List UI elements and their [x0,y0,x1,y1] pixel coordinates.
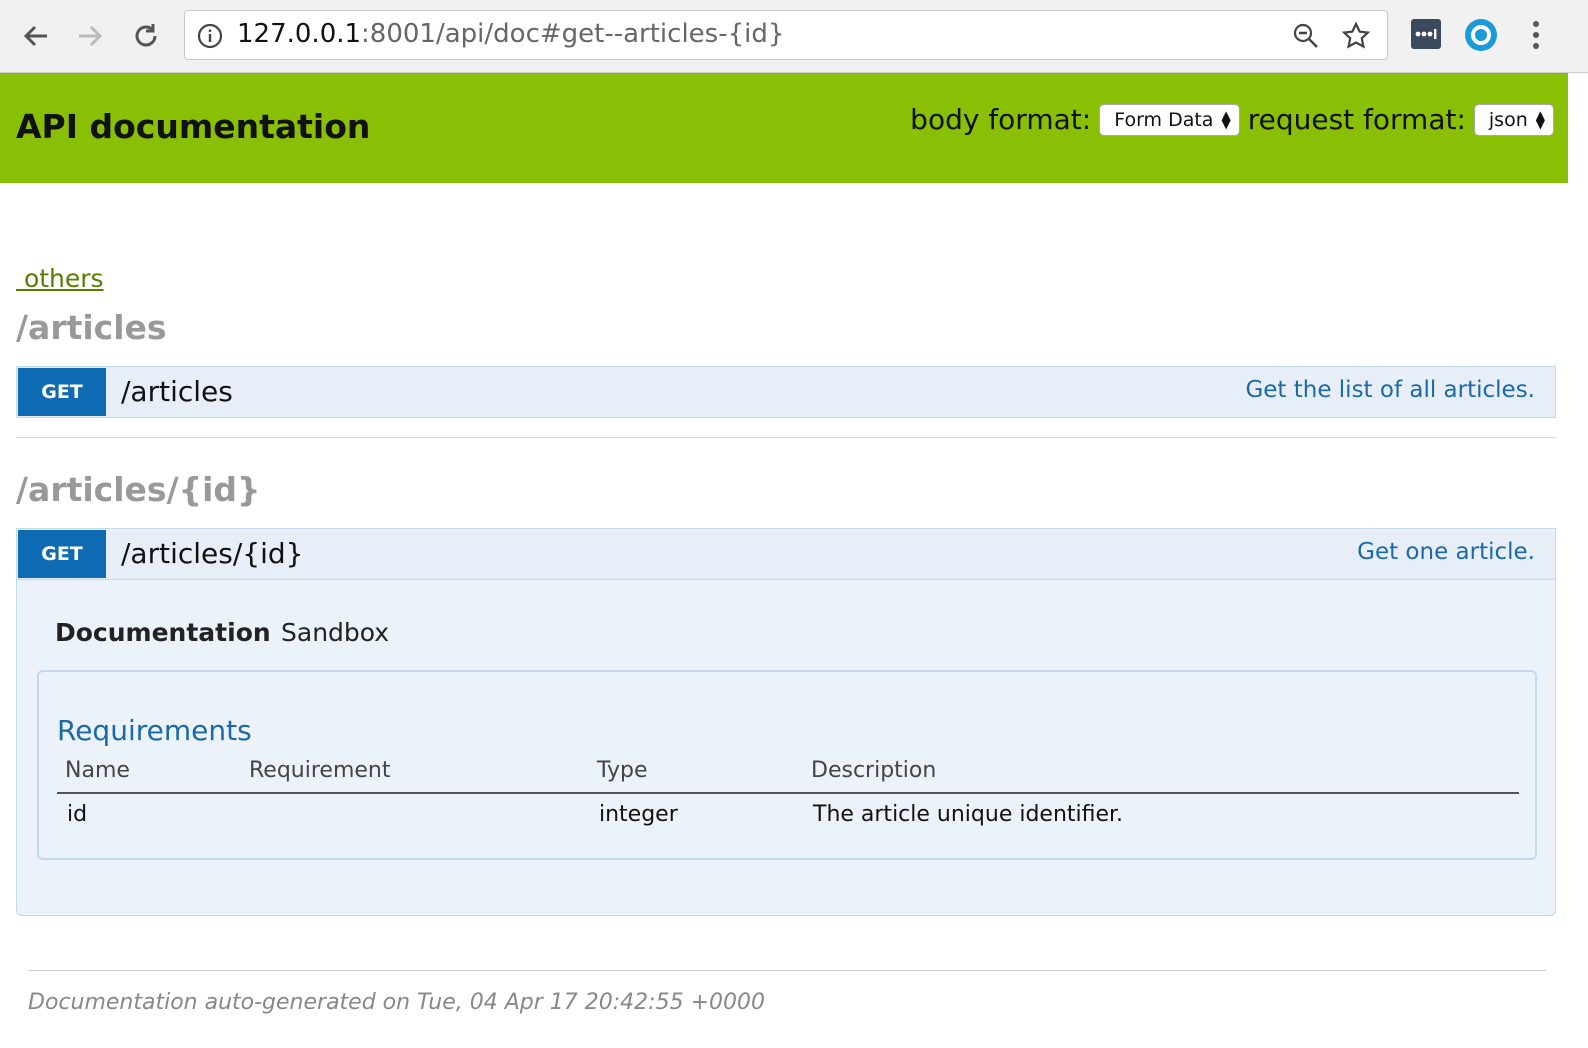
endpoint-path[interactable]: /articles [121,375,233,408]
url-host: 127.0.0.1 [237,19,362,49]
column-header-description: Description [811,758,937,783]
endpoint-path[interactable]: /articles/{id} [121,537,303,570]
footer-divider [28,970,1546,971]
back-arrow-icon [23,25,47,47]
cell-description: The article unique identifier. [813,802,1124,827]
url-path: :8001/api/doc#get--articles-{id} [361,19,785,49]
footer-text: Documentation auto-generated on Tue, 04 … [28,990,765,1015]
requirements-heading: Requirements [57,714,252,747]
scrollbar-gutter [1568,73,1588,1048]
section-heading-article-id: /articles/{id} [16,470,261,509]
zoom-icon[interactable] [1291,21,1321,55]
password-manager-extension-icon[interactable] [1410,18,1442,54]
endpoint-description[interactable]: Get the list of all articles. [1245,377,1535,403]
request-format-label: request format: [1247,103,1466,136]
section-heading-articles: /articles [16,308,167,347]
body-format-select[interactable]: Form Data ▲ ▼ [1099,103,1240,136]
reload-icon [135,24,157,47]
endpoint-get-articles[interactable]: GET /articles Get the list of all articl… [16,366,1556,418]
documentation-content: Requirements Name Requirement Type Descr… [37,670,1537,860]
others-link[interactable]: others [16,264,104,293]
column-header-type: Type [597,758,648,783]
request-format-value: json [1488,108,1528,131]
column-header-name: Name [65,758,130,783]
endpoint-description[interactable]: Get one article. [1357,539,1535,565]
column-header-requirement: Requirement [249,758,391,783]
tab-documentation[interactable]: Documentation [55,618,271,647]
info-icon[interactable] [197,23,223,53]
endpoint-detail-panel: Documentation Sandbox Requirements Name … [16,580,1556,916]
forward-arrow-icon [79,25,103,47]
table-header-divider [57,792,1519,794]
doc-header: API documentation body format: Form Data… [0,73,1568,183]
method-badge[interactable]: GET [18,530,106,578]
kebab-menu-icon[interactable] [1524,18,1548,56]
body-format-label: body format: [910,103,1092,136]
tab-sandbox[interactable]: Sandbox [281,618,389,647]
address-bar[interactable]: 127.0.0.1:8001/api/doc#get--articles-{id… [184,10,1388,60]
reload-button[interactable] [124,14,168,58]
endpoint-get-article-id[interactable]: GET /articles/{id} Get one article. [16,528,1556,580]
cell-type: integer [599,802,678,827]
select-arrows-icon: ▲ ▼ [1535,107,1545,131]
select-arrows-icon: ▲ ▼ [1221,107,1231,131]
back-button[interactable] [14,14,58,58]
url-text[interactable]: 127.0.0.1:8001/api/doc#get--articles-{id… [237,19,784,49]
browser-toolbar: 127.0.0.1:8001/api/doc#get--articles-{id… [0,0,1588,73]
bookmark-star-icon[interactable] [1341,21,1371,55]
format-controls: body format: Form Data ▲ ▼ request format… [910,103,1554,136]
body-format-value: Form Data [1114,108,1214,131]
circle-extension-icon[interactable] [1464,18,1498,56]
request-format-select[interactable]: json ▲ ▼ [1473,103,1554,136]
forward-button[interactable] [68,14,112,58]
page-title: API documentation [16,107,371,146]
cell-name: id [67,802,88,827]
method-badge[interactable]: GET [18,368,106,416]
section-divider [16,437,1556,438]
